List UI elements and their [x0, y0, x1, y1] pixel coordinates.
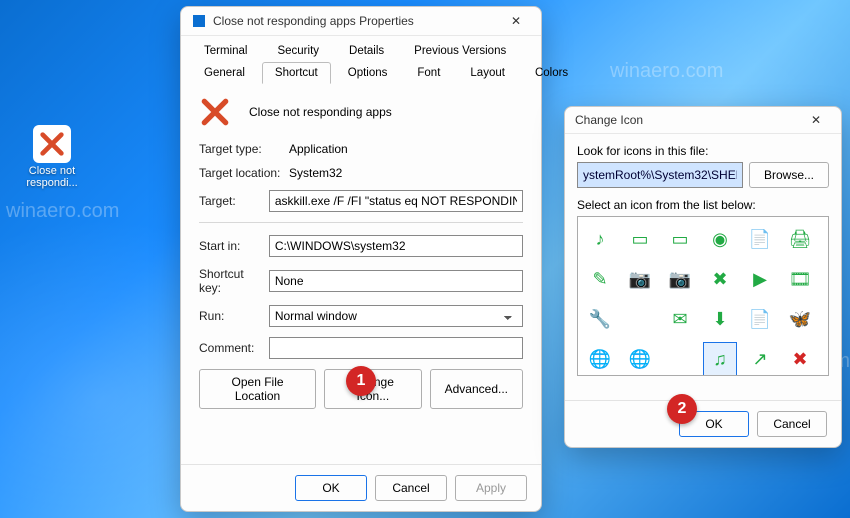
tab-layout[interactable]: Layout	[457, 62, 518, 84]
desktop-shortcut[interactable]: Close not respondi...	[22, 125, 82, 189]
film-icon[interactable]: 🎞	[784, 263, 816, 295]
camera-x-icon[interactable]: ✖	[704, 263, 736, 295]
properties-window: Close not responding apps Properties ✕ T…	[180, 6, 542, 512]
butterfly-icon[interactable]: 🦋	[784, 303, 816, 335]
run-select[interactable]: Normal window	[269, 305, 523, 327]
desktop-shortcut-label: Close not respondi...	[22, 165, 82, 189]
app-icon	[191, 13, 207, 29]
tab-font[interactable]: Font	[404, 62, 453, 84]
target-input[interactable]	[269, 190, 523, 212]
shortcut-key-input[interactable]	[269, 270, 523, 292]
change-icon-title: Change Icon	[575, 113, 801, 127]
comment-input[interactable]	[269, 337, 523, 359]
shortcut-x-icon	[199, 96, 231, 128]
tab-details[interactable]: Details	[336, 40, 397, 62]
ok-button[interactable]: OK	[295, 475, 367, 501]
download-icon[interactable]: ⬇	[704, 303, 736, 335]
close-icon	[33, 125, 71, 163]
icon-grid[interactable]: ♪▭▭◉📄🖨▤✎📷📷✖▶🎞▶🔧✉⬇📄🦋📑🌐🌐♫↗✖👥📷🏠	[577, 216, 829, 376]
badge-2: 2	[667, 394, 697, 424]
browse-button[interactable]: Browse...	[749, 162, 829, 188]
tab-terminal[interactable]: Terminal	[191, 40, 260, 62]
tab-colors[interactable]: Colors	[522, 62, 581, 84]
watermark: winaero.com	[6, 200, 119, 223]
close-button[interactable]: ✕	[501, 14, 531, 28]
start-in-input[interactable]	[269, 235, 523, 257]
camera-small-icon[interactable]: 📷	[664, 263, 696, 295]
cancel-button[interactable]: Cancel	[375, 475, 447, 501]
tab-previous-versions[interactable]: Previous Versions	[401, 40, 519, 62]
open-file-location-button[interactable]: Open File Location	[199, 369, 316, 409]
label-target-location: Target location:	[199, 166, 289, 180]
tab-security[interactable]: Security	[264, 40, 332, 62]
copy-icon[interactable]: 📑	[824, 303, 829, 335]
window-title: Close not responding apps Properties	[213, 14, 501, 28]
separator	[199, 222, 523, 223]
label-target-type: Target type:	[199, 142, 289, 156]
users-icon[interactable]: 👥	[824, 343, 829, 375]
advanced-button[interactable]: Advanced...	[430, 369, 523, 409]
apply-button[interactable]: Apply	[455, 475, 527, 501]
label-comment: Comment:	[199, 341, 269, 355]
tab-shortcut[interactable]: Shortcut	[262, 62, 331, 84]
share-icon[interactable]: ↗	[744, 343, 776, 375]
label-shortcut-key: Shortcut key:	[199, 267, 269, 295]
tab-general[interactable]: General	[191, 62, 258, 84]
badge-1: 1	[346, 366, 376, 396]
x-close-icon[interactable]: ✖	[784, 343, 816, 375]
label-run: Run:	[199, 309, 269, 323]
printer-icon[interactable]: 🖨	[784, 223, 816, 255]
audio-cd-icon[interactable]: ◉	[704, 223, 736, 255]
music-file-icon[interactable]: ♪	[584, 223, 616, 255]
change-icon-window: Change Icon ✕ Look for icons in this fil…	[564, 106, 842, 448]
pen-icon[interactable]: ✎	[584, 263, 616, 295]
select-icon-label: Select an icon from the list below:	[577, 198, 829, 212]
tab-options[interactable]: Options	[335, 62, 401, 84]
wrench-icon[interactable]: 🔧	[584, 303, 616, 335]
label-start-in: Start in:	[199, 239, 269, 253]
drive-icon[interactable]: ▭	[664, 223, 696, 255]
label-target: Target:	[199, 194, 269, 208]
icon-empty[interactable]	[624, 303, 656, 335]
drive-icon[interactable]: ▭	[624, 223, 656, 255]
icon-path-input[interactable]	[577, 162, 743, 188]
cancel-button[interactable]: Cancel	[757, 411, 827, 437]
shortcut-header-text: Close not responding apps	[249, 105, 392, 119]
music-note-icon[interactable]: ♫	[704, 343, 736, 375]
titlebar: Close not responding apps Properties ✕	[181, 7, 541, 36]
presentation-icon[interactable]: ▤	[824, 223, 829, 255]
look-for-label: Look for icons in this file:	[577, 144, 829, 158]
document-icon[interactable]: 📄	[744, 303, 776, 335]
camera-icon[interactable]: 📷	[624, 263, 656, 295]
globe-net-icon[interactable]: 🌐	[624, 343, 656, 375]
globe-icon[interactable]: 🌐	[584, 343, 616, 375]
play-icon[interactable]: ▶	[824, 263, 829, 295]
watermark: winaero.com	[610, 60, 723, 83]
close-button[interactable]: ✕	[801, 113, 831, 127]
envelope-icon[interactable]: ✉	[664, 303, 696, 335]
value-target-location: System32	[289, 166, 523, 180]
file-move-icon[interactable]: 📄	[744, 223, 776, 255]
video-file-icon[interactable]: ▶	[744, 263, 776, 295]
tabs: Terminal Security Details Previous Versi…	[181, 36, 541, 84]
icon-empty[interactable]	[664, 343, 696, 375]
value-target-type: Application	[289, 142, 523, 156]
